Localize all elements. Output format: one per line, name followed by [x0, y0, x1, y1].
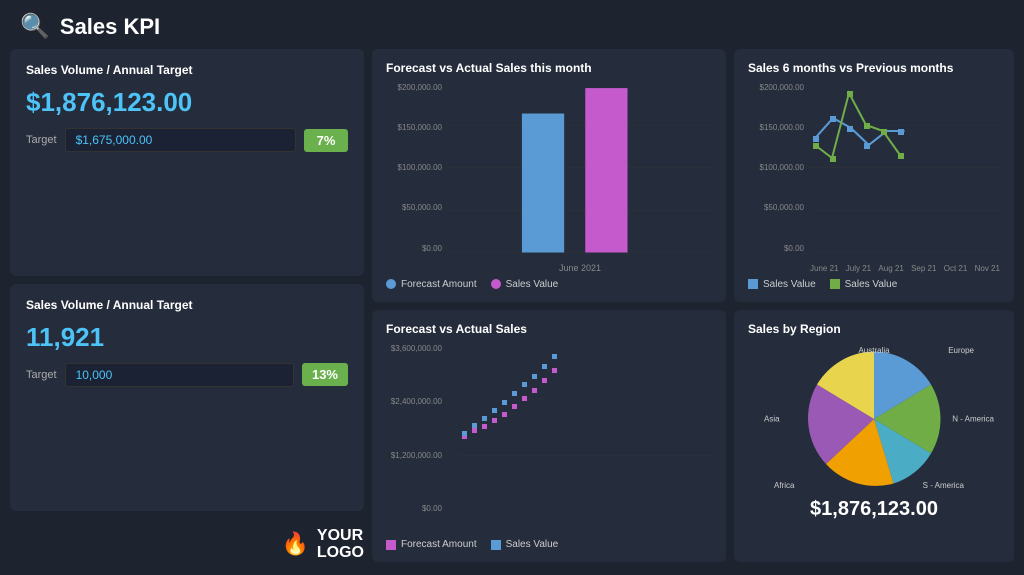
- y-label: $0.00: [386, 504, 446, 513]
- y-axis-scatter: $3,600,000.00 $2,400,000.00 $1,200,000.0…: [386, 344, 446, 514]
- legend-dot: [491, 279, 501, 289]
- kpi1-badge: 7%: [304, 129, 348, 152]
- kpi2-target: 10,000: [65, 363, 294, 387]
- x-label: Aug 21: [878, 264, 903, 273]
- right-panel: Sales Volume / Annual Target $1,876,123.…: [10, 49, 364, 562]
- region-label-namerica: N - America: [952, 414, 994, 423]
- kpi1-title: Sales Volume / Annual Target: [26, 63, 348, 77]
- y-label: $150,000.00: [386, 123, 446, 132]
- y-axis-monthly: $200,000.00 $150,000.00 $100,000.00 $50,…: [386, 83, 446, 253]
- logo-line2: LOGO: [317, 544, 364, 562]
- logo-line1: YOUR: [317, 527, 364, 545]
- legend-dot: [386, 279, 396, 289]
- flame-icon: 🔥: [281, 531, 308, 557]
- legend-item: Sales Value: [491, 279, 559, 290]
- region-label-australia: Australia: [858, 346, 889, 355]
- legend-forecast-actual: Forecast Amount Sales Value: [386, 539, 712, 550]
- y-label: $2,400,000.00: [386, 397, 446, 406]
- header: 🔍 Sales KPI: [0, 0, 1024, 49]
- page-title: Sales KPI: [60, 14, 160, 40]
- legend-sq: [830, 279, 840, 289]
- kpi2-row: Target 10,000 13%: [26, 363, 348, 387]
- kpi2-label: Target: [26, 369, 57, 381]
- legend-item: Forecast Amount: [386, 539, 477, 550]
- y-label: $150,000.00: [748, 123, 808, 132]
- card4-title: Sales by Region: [748, 322, 841, 336]
- legend-label: Forecast Amount: [401, 279, 477, 290]
- bar-svg: [448, 83, 712, 253]
- y-label: $1,200,000.00: [386, 451, 446, 460]
- legend-label: Sales Value: [506, 279, 559, 290]
- card3-title: Forecast vs Actual Sales: [386, 322, 712, 336]
- kpi-card-1: Sales Volume / Annual Target $1,876,123.…: [10, 49, 364, 276]
- legend-item: Sales Value: [748, 279, 816, 290]
- pie-chart: Australia Europe N - America S - America…: [784, 344, 964, 494]
- legend-item: Sales Value: [830, 279, 898, 290]
- card-sales-region: Sales by Region Australia Europe N - Am: [734, 310, 1014, 563]
- region-label-asia: Asia: [764, 414, 780, 423]
- kpi1-value: $1,876,123.00: [26, 87, 348, 118]
- x-label: Nov 21: [975, 264, 1000, 273]
- card-forecast-actual: Forecast vs Actual Sales $3,600,000.00 $…: [372, 310, 726, 563]
- kpi1-target: $1,675,000.00: [65, 128, 296, 152]
- legend-label: Sales Value: [845, 279, 898, 290]
- y-label: $50,000.00: [386, 203, 446, 212]
- legend-sq: [491, 540, 501, 550]
- line-chart-6months: $200,000.00 $150,000.00 $100,000.00 $50,…: [748, 83, 1000, 273]
- kpi-card-2: Sales Volume / Annual Target 11,921 Targ…: [10, 284, 364, 511]
- card-forecast-monthly: Forecast vs Actual Sales this month $200…: [372, 49, 726, 302]
- legend-sq: [748, 279, 758, 289]
- kpi2-title: Sales Volume / Annual Target: [26, 298, 348, 312]
- scatter-svg: [458, 344, 712, 514]
- y-label: $100,000.00: [748, 163, 808, 172]
- region-label-samerica: S - America: [923, 481, 964, 490]
- x-label: June 21: [810, 264, 838, 273]
- legend-monthly: Forecast Amount Sales Value: [386, 279, 712, 290]
- scatter-chart: $3,600,000.00 $2,400,000.00 $1,200,000.0…: [386, 344, 712, 534]
- x-label: Sep 21: [911, 264, 936, 273]
- y-label: $3,600,000.00: [386, 344, 446, 353]
- logo-text: YOUR LOGO: [317, 527, 364, 562]
- pie-svg: [784, 344, 964, 494]
- legend-label: Forecast Amount: [401, 539, 477, 550]
- y-label: $0.00: [748, 244, 808, 253]
- y-label: $200,000.00: [748, 83, 808, 92]
- legend-sq: [386, 540, 396, 550]
- x-label: July 21: [846, 264, 871, 273]
- legend-item: Sales Value: [491, 539, 559, 550]
- kpi2-value: 11,921: [26, 322, 348, 353]
- region-label-africa: Africa: [774, 481, 794, 490]
- legend-label: Sales Value: [506, 539, 559, 550]
- search-icon: 🔍: [20, 12, 50, 41]
- y-axis-6months: $200,000.00 $150,000.00 $100,000.00 $50,…: [748, 83, 808, 253]
- kpi1-row: Target $1,675,000.00 7%: [26, 128, 348, 152]
- x-labels-row: June 21 July 21 Aug 21 Sep 21 Oct 21 Nov…: [810, 264, 1000, 273]
- region-total: $1,876,123.00: [810, 498, 938, 521]
- x-label-monthly: June 2021: [448, 263, 712, 273]
- y-label: $50,000.00: [748, 203, 808, 212]
- region-label-europe: Europe: [948, 346, 974, 355]
- legend-item: Forecast Amount: [386, 279, 477, 290]
- x-label: Oct 21: [944, 264, 968, 273]
- card-sales-6months: Sales 6 months vs Previous months $200,0…: [734, 49, 1014, 302]
- legend-6months: Sales Value Sales Value: [748, 279, 1000, 290]
- y-label: $100,000.00: [386, 163, 446, 172]
- line-svg: [810, 83, 1000, 253]
- y-label: $200,000.00: [386, 83, 446, 92]
- kpi2-badge: 13%: [302, 363, 348, 386]
- y-label: $0.00: [386, 244, 446, 253]
- kpi1-label: Target: [26, 134, 57, 146]
- bar-chart-monthly: $200,000.00 $150,000.00 $100,000.00 $50,…: [386, 83, 712, 273]
- dashboard: Forecast vs Actual Sales this month $200…: [0, 49, 1024, 572]
- logo-area: 🔥 YOUR LOGO: [10, 519, 364, 562]
- card1-title: Forecast vs Actual Sales this month: [386, 61, 712, 75]
- card2-title: Sales 6 months vs Previous months: [748, 61, 1000, 75]
- legend-label: Sales Value: [763, 279, 816, 290]
